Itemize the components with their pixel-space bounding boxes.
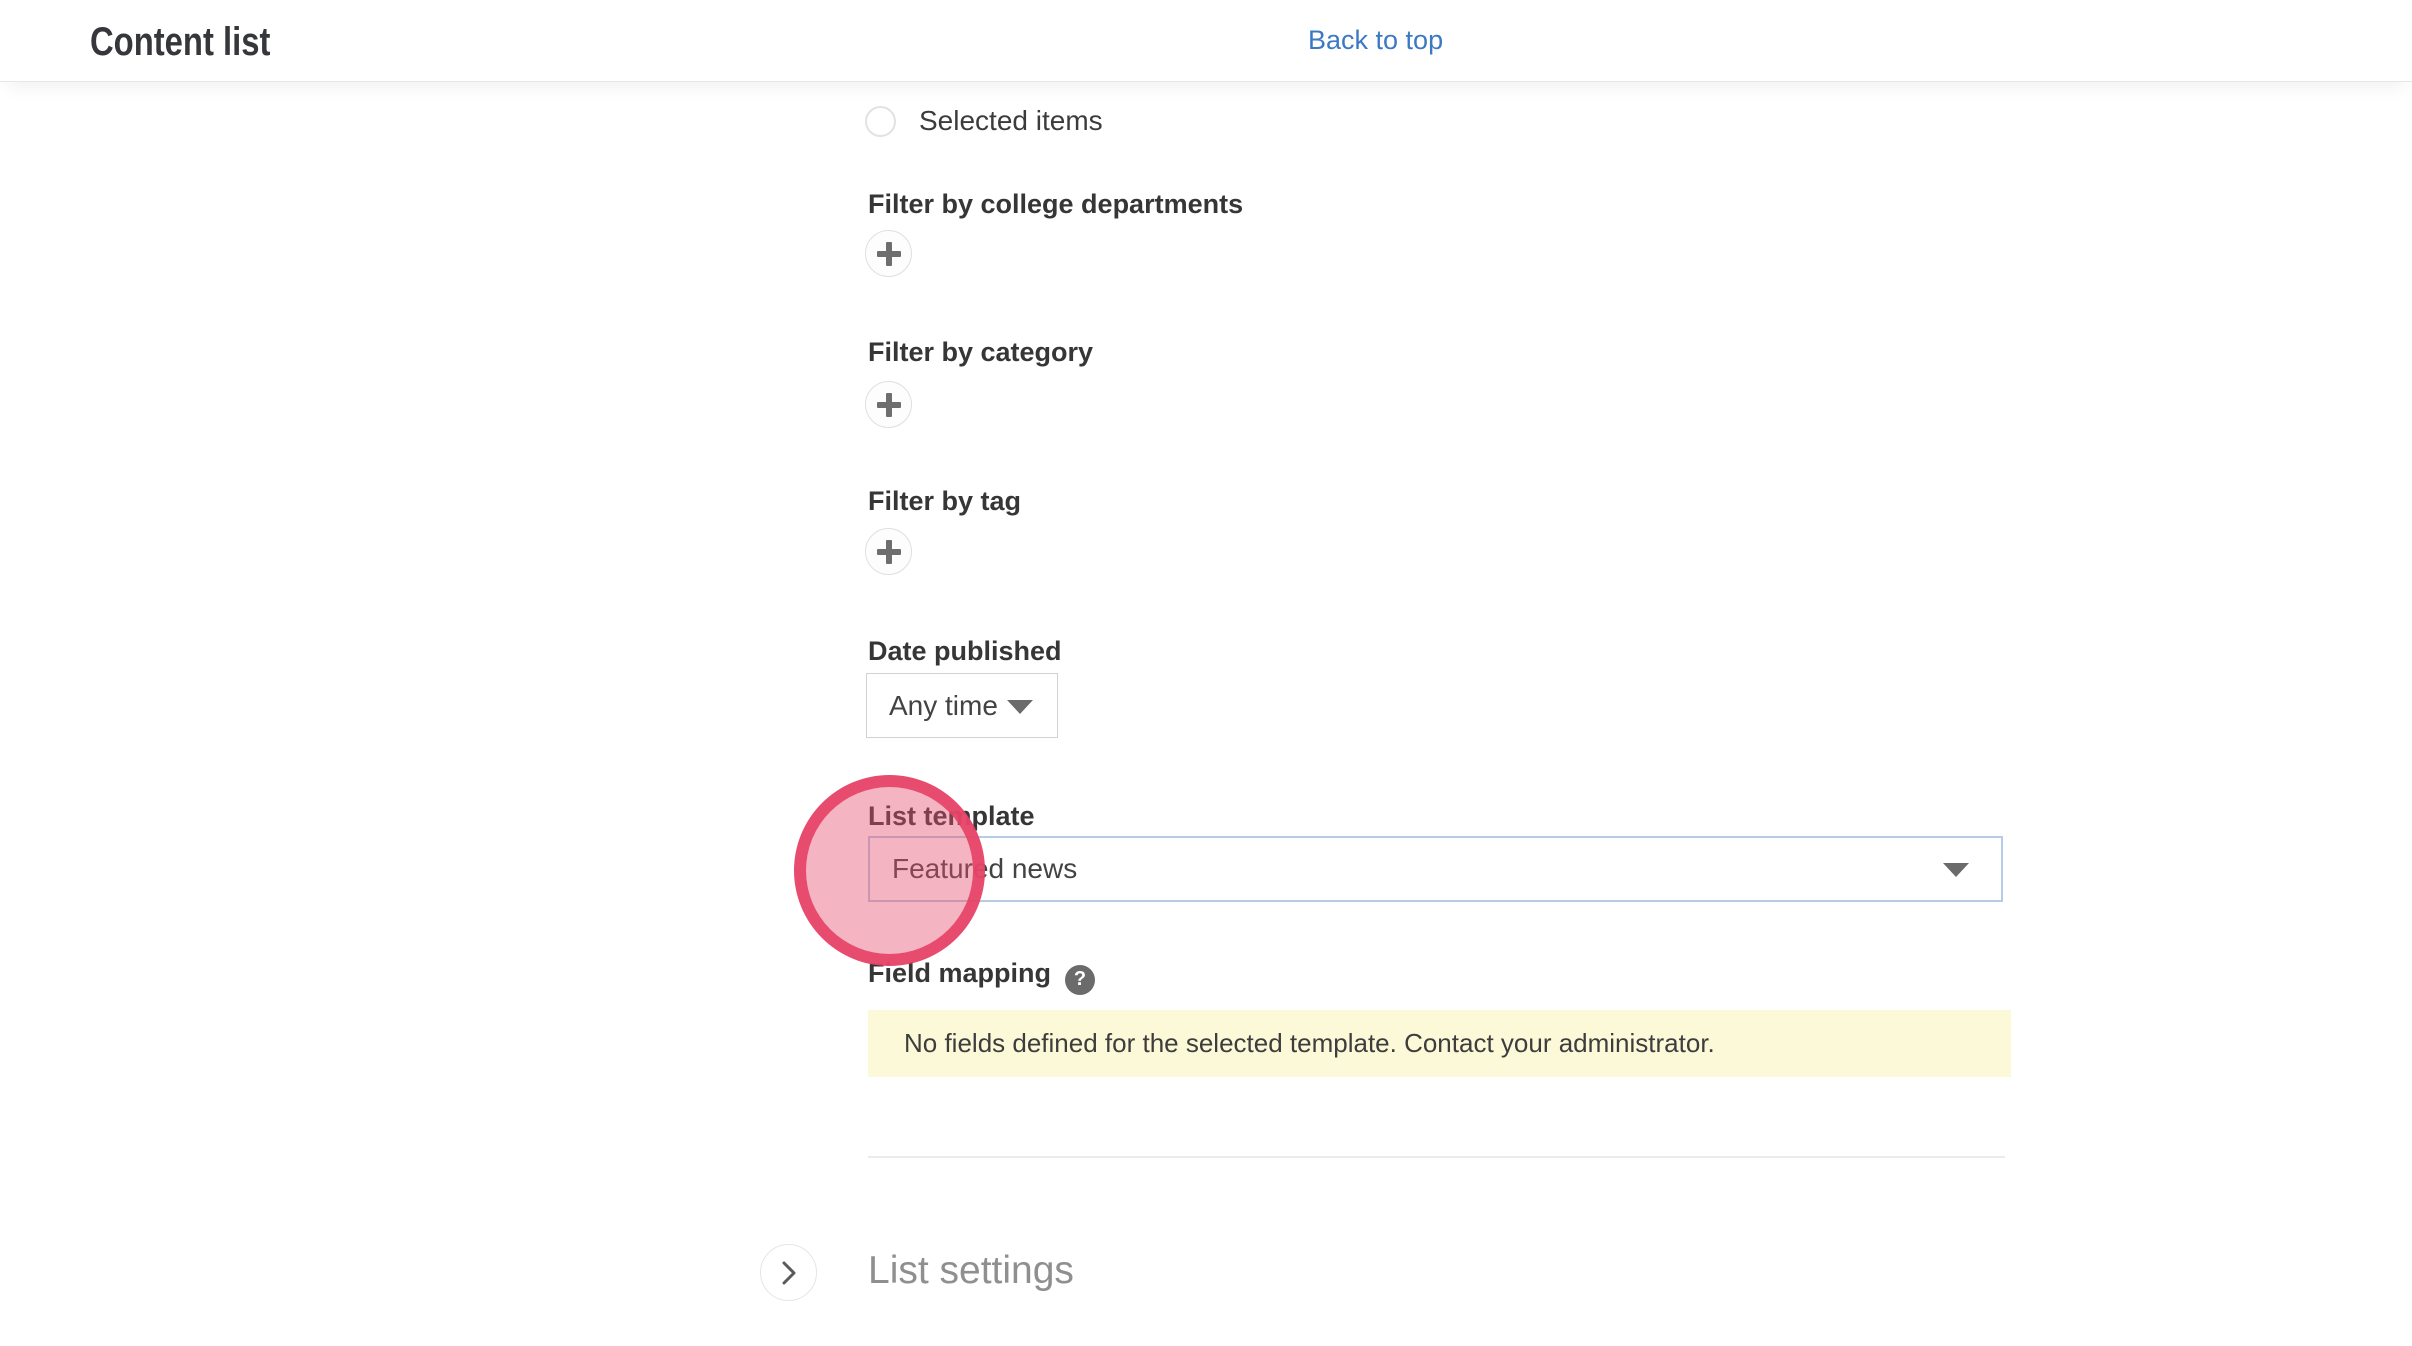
filter-college-departments-label: Filter by college departments bbox=[868, 189, 1243, 220]
section-divider bbox=[868, 1156, 2005, 1158]
selected-items-label: Selected items bbox=[919, 105, 1103, 137]
back-to-top-link[interactable]: Back to top bbox=[1308, 25, 1443, 56]
chevron-right-icon bbox=[778, 1258, 800, 1288]
page-title: Content list bbox=[90, 20, 270, 65]
add-category-filter-button[interactable] bbox=[865, 381, 912, 428]
selected-items-option: Selected items bbox=[865, 105, 1103, 137]
plus-icon bbox=[877, 242, 901, 266]
plus-icon bbox=[877, 393, 901, 417]
date-published-select[interactable]: Any time bbox=[866, 673, 1058, 738]
field-mapping-warning: No fields defined for the selected templ… bbox=[868, 1010, 2011, 1077]
date-published-label: Date published bbox=[868, 636, 1062, 667]
list-template-select[interactable]: Featured news bbox=[868, 836, 2003, 902]
add-college-department-filter-button[interactable] bbox=[865, 230, 912, 277]
list-settings-section-title[interactable]: List settings bbox=[868, 1249, 1074, 1293]
plus-icon bbox=[877, 540, 901, 564]
field-mapping-label: Field mapping? bbox=[868, 958, 1095, 995]
chevron-down-icon bbox=[1943, 863, 1969, 877]
warning-text: No fields defined for the selected templ… bbox=[904, 1028, 1715, 1059]
list-settings-expand-button[interactable] bbox=[760, 1244, 817, 1301]
filter-category-label: Filter by category bbox=[868, 337, 1093, 368]
page-header: Content list Back to top bbox=[0, 0, 2412, 82]
field-mapping-label-text: Field mapping bbox=[868, 958, 1051, 988]
chevron-down-icon bbox=[1007, 700, 1033, 714]
date-published-value: Any time bbox=[889, 690, 998, 722]
list-template-value: Featured news bbox=[892, 853, 1077, 885]
list-template-label: List template bbox=[868, 801, 1035, 832]
filter-tag-label: Filter by tag bbox=[868, 486, 1021, 517]
form-content: Selected items Filter by college departm… bbox=[868, 0, 2005, 1346]
content-list-page: Content list Back to top Selected items … bbox=[0, 0, 2412, 1346]
add-tag-filter-button[interactable] bbox=[865, 528, 912, 575]
help-icon[interactable]: ? bbox=[1065, 965, 1095, 995]
selected-items-radio[interactable] bbox=[865, 106, 896, 137]
